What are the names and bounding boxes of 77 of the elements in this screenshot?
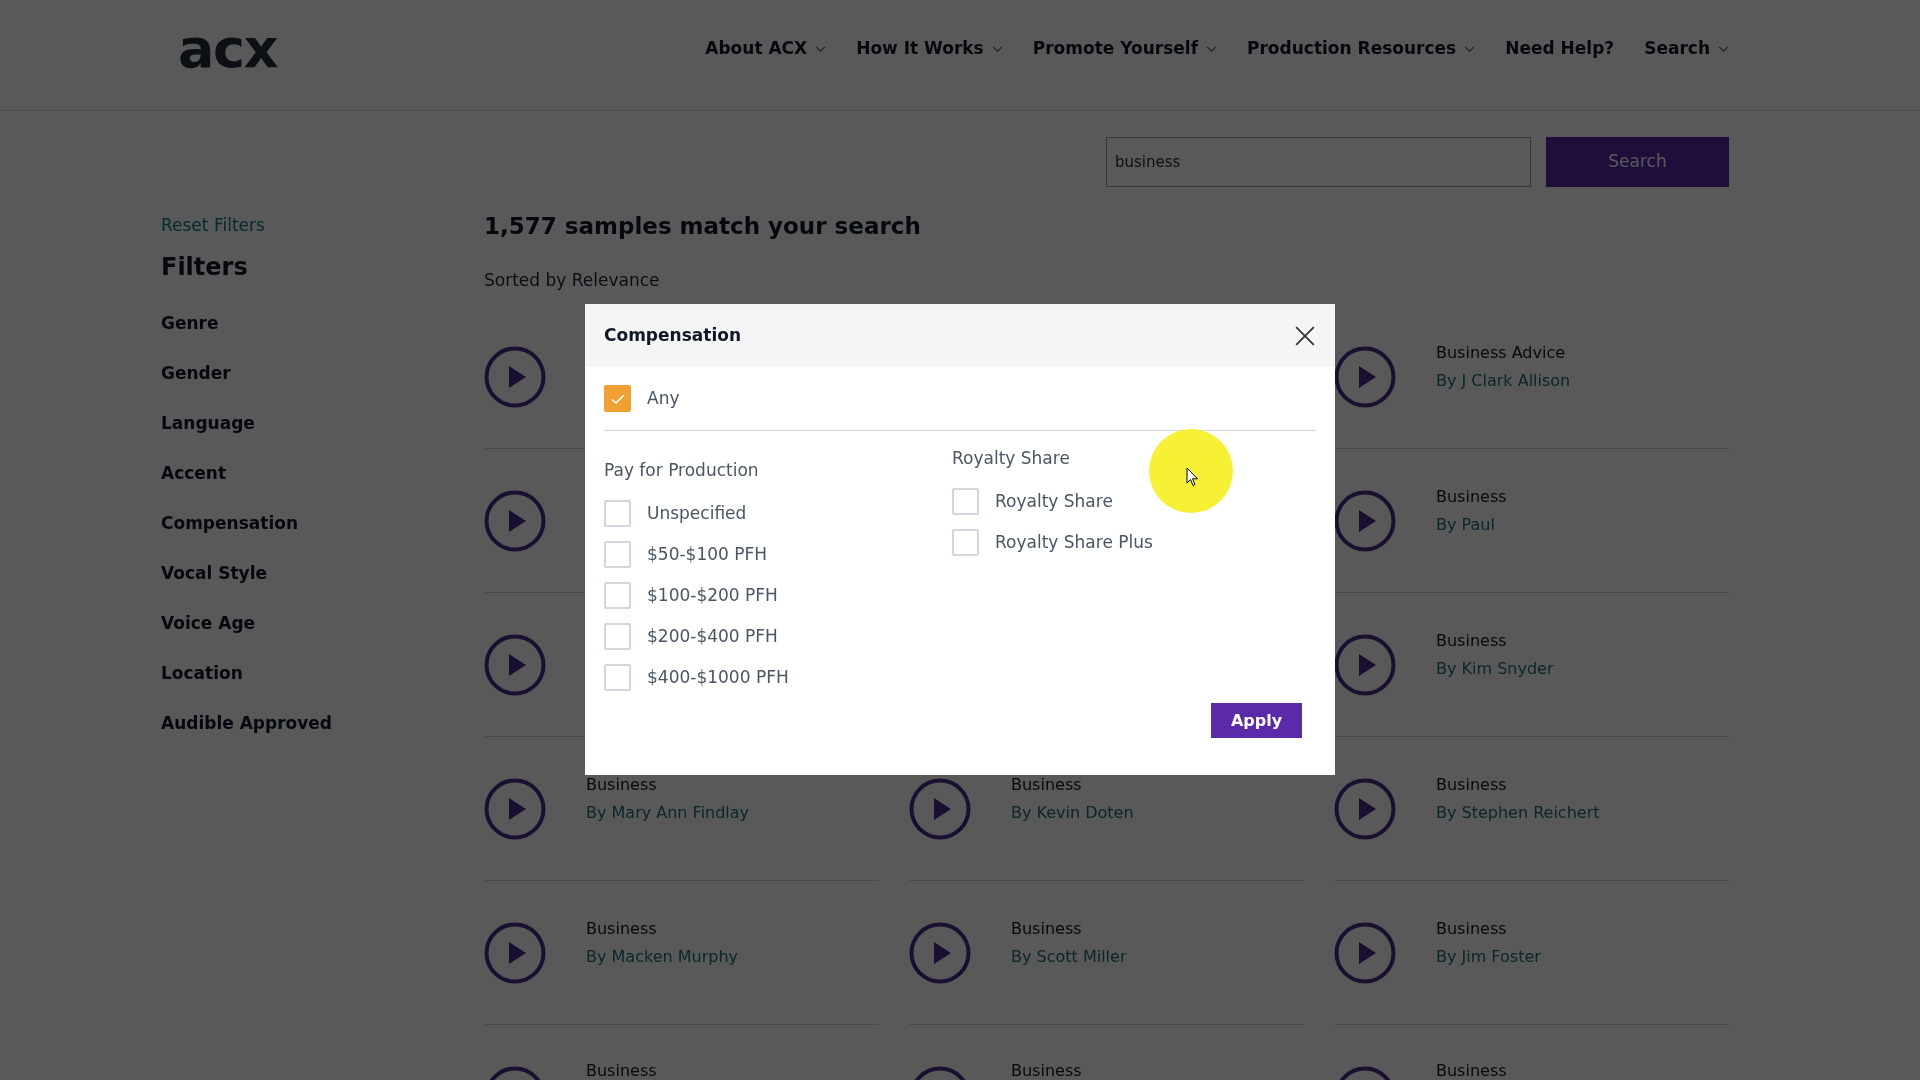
sample-title: Business (1011, 1060, 1082, 1080)
sample-title: Business (1436, 629, 1508, 652)
play-button[interactable] (484, 633, 546, 696)
option-label: Any (647, 386, 680, 410)
option-label: $400-$1000 PFH (647, 665, 789, 689)
play-button[interactable] (484, 921, 546, 984)
sample-title: Business (586, 917, 658, 940)
sort-label: Sorted by Relevance (484, 268, 661, 292)
reset-filters-link[interactable]: Reset Filters (161, 213, 484, 239)
play-button[interactable] (1334, 921, 1396, 984)
filter-link[interactable]: Voice Age (161, 610, 256, 637)
filter-link[interactable]: Language (161, 410, 255, 437)
filter-link[interactable]: Accent (161, 460, 227, 487)
nav-link[interactable]: How It Works (856, 36, 1003, 62)
narrator-link[interactable]: By Kevin Doten (1011, 800, 1134, 825)
play-button[interactable] (484, 345, 546, 408)
option-label: Unspecified (647, 501, 747, 525)
apply-button[interactable]: Apply (1211, 703, 1302, 738)
sample-title: Business (1011, 773, 1083, 796)
play-button[interactable] (909, 921, 971, 984)
nav-link[interactable]: Search (1644, 36, 1729, 62)
acx-logo[interactable]: acx (178, 22, 278, 76)
filters-heading: Filters (161, 251, 249, 283)
filter-link[interactable]: Genre (161, 310, 219, 337)
narrator-link[interactable]: By Kim Snyder (1436, 656, 1554, 681)
filter-link[interactable]: Gender (161, 360, 231, 387)
narrator-link[interactable]: By Stephen Reichert (1436, 800, 1600, 825)
checkbox[interactable] (952, 529, 979, 556)
option-label: Royalty Share (995, 489, 1113, 513)
sample-title: Business (1436, 917, 1508, 940)
filter-link[interactable]: Compensation (161, 510, 298, 537)
sample-title: Business (586, 1060, 657, 1080)
option-label: $50-$100 PFH (647, 542, 768, 566)
narrator-link[interactable]: By Jim Foster (1436, 944, 1541, 969)
checkbox[interactable] (604, 582, 631, 609)
sample-title: Business Advice (1436, 341, 1566, 364)
section-heading: Pay for Production (604, 459, 760, 482)
sample-title: Business (1436, 773, 1508, 796)
search-field[interactable]: business (1106, 137, 1531, 187)
sample-title: Business (1436, 485, 1507, 508)
close-icon[interactable] (1294, 324, 1316, 347)
play-button[interactable] (1334, 777, 1396, 840)
play-button[interactable] (1334, 345, 1396, 408)
option-label: $200-$400 PFH (647, 624, 778, 648)
checkbox[interactable] (604, 664, 631, 691)
checkbox[interactable] (604, 623, 631, 650)
results-heading: 1,577 samples match your search (484, 212, 922, 241)
play-button[interactable] (484, 777, 546, 840)
sample-title: Business (586, 773, 658, 796)
mouse-pointer-icon (1186, 467, 1199, 487)
option-label: Royalty Share Plus (995, 530, 1153, 554)
play-button[interactable] (1334, 489, 1396, 552)
filter-link[interactable]: Audible Approved (161, 710, 333, 737)
filter-link[interactable]: Vocal Style (161, 560, 267, 587)
sample-title: Business (1011, 917, 1083, 940)
dialog-title: Compensation (604, 323, 741, 347)
narrator-link[interactable]: By Mary Ann Findlay (586, 800, 750, 825)
section-heading: Royalty Share (952, 447, 1071, 470)
sample-title: Business (1436, 1060, 1507, 1080)
narrator-link[interactable]: By Scott Miller (1011, 944, 1127, 969)
narrator-link[interactable]: By Paul (1436, 512, 1507, 537)
nav-link[interactable]: About ACX (705, 36, 827, 62)
nav-link[interactable]: Need Help? (1505, 36, 1615, 62)
search-button[interactable]: Search (1546, 137, 1729, 187)
play-button[interactable] (484, 489, 546, 552)
nav-link[interactable]: Production Resources (1247, 36, 1476, 62)
play-button[interactable] (909, 777, 971, 840)
checkbox[interactable] (604, 541, 631, 568)
checkbox[interactable] (604, 500, 631, 527)
nav-link[interactable]: Promote Yourself (1032, 36, 1218, 62)
checkbox[interactable] (604, 385, 631, 412)
checkbox[interactable] (952, 488, 979, 515)
narrator-link[interactable]: By J Clark Allison (1436, 368, 1571, 393)
play-button[interactable] (1334, 633, 1396, 696)
option-label: $100-$200 PFH (647, 583, 778, 607)
filter-link[interactable]: Location (161, 660, 243, 687)
narrator-link[interactable]: By Macken Murphy (586, 944, 738, 969)
